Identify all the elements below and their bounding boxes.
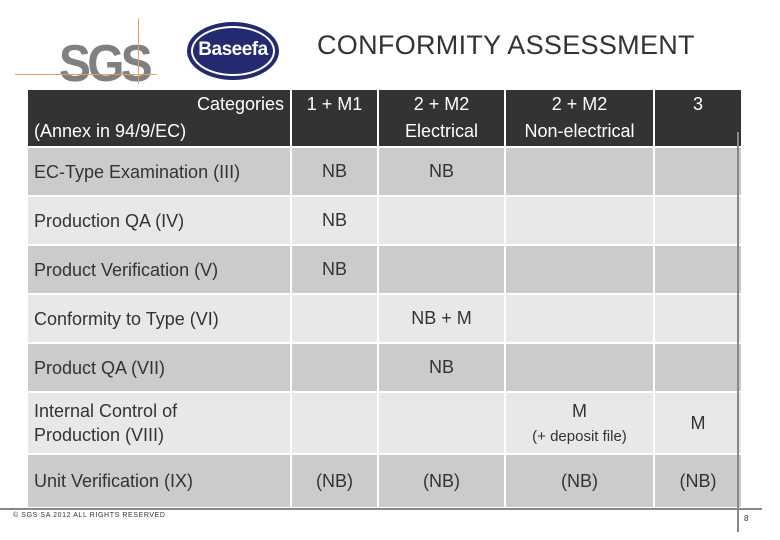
header-col-2-line1: 2 + M2 [413, 94, 470, 114]
logo-horizontal-rule [15, 74, 157, 75]
logo-vertical-rule [138, 18, 139, 84]
header-col-2-line2: Electrical [404, 121, 479, 141]
cell [655, 246, 741, 293]
table-row: Unit Verification (IX) (NB) (NB) (NB) (N… [28, 455, 741, 507]
cell: NB [379, 344, 504, 391]
cell [292, 393, 377, 453]
table-row: EC-Type Examination (III) NB NB [28, 148, 741, 195]
cell: (NB) [292, 455, 377, 507]
header-col-1: 1 + M1 [292, 90, 377, 146]
cell-note: (+ deposit file) [532, 428, 627, 445]
cell [506, 344, 653, 391]
header-col-2: 2 + M2 Electrical [379, 90, 504, 146]
cell [379, 246, 504, 293]
sgs-logo: SGS [15, 18, 157, 93]
cell [655, 197, 741, 244]
sgs-logo-text: SGS [59, 35, 153, 93]
table-row: Product QA (VII) NB [28, 344, 741, 391]
page-title: CONFORMITY ASSESSMENT [317, 30, 695, 60]
table-row: Production QA (IV) NB [28, 197, 741, 244]
baseefa-logo-text: Baseefa [198, 39, 268, 60]
header-col-4: 3 [655, 90, 741, 146]
table-row: Internal Control of Production (VIII) M … [28, 393, 741, 453]
copyright-text: © SGS SA 2012 ALL RIGHTS RESERVED [13, 512, 166, 519]
header-categories-line1: Categories [196, 94, 284, 114]
cell [506, 148, 653, 195]
header-col-1-line1: 1 + M1 [306, 94, 363, 114]
header-categories: Categories (Annex in 94/9/EC) [28, 90, 290, 146]
cell: (NB) [379, 455, 504, 507]
cell [655, 344, 741, 391]
cell: M (+ deposit file) [506, 393, 653, 453]
baseefa-logo: Baseefa [187, 22, 279, 80]
cell [379, 393, 504, 453]
cell: NB + M [379, 295, 504, 342]
cell [506, 295, 653, 342]
cell [506, 246, 653, 293]
row-label: Product Verification (V) [28, 246, 290, 293]
row-label: Unit Verification (IX) [28, 455, 290, 507]
cell-main: M [572, 401, 587, 421]
cell: NB [292, 246, 377, 293]
conformity-table: Categories (Annex in 94/9/EC) 1 + M1 2 +… [26, 88, 743, 509]
cell: (NB) [506, 455, 653, 507]
cell: NB [379, 148, 504, 195]
row-label: Product QA (VII) [28, 344, 290, 391]
row-label: Production QA (IV) [28, 197, 290, 244]
right-divider [737, 132, 739, 532]
footer-divider [0, 508, 762, 510]
row-label: Conformity to Type (VI) [28, 295, 290, 342]
header-col-3: 2 + M2 Non-electrical [506, 90, 653, 146]
cell: NB [292, 197, 377, 244]
header-col-3-line1: 2 + M2 [551, 94, 608, 114]
cell [506, 197, 653, 244]
cell [655, 148, 741, 195]
cell [379, 197, 504, 244]
cell [655, 295, 741, 342]
row-label: EC-Type Examination (III) [28, 148, 290, 195]
page-number: 8 [744, 514, 749, 523]
cell: (NB) [655, 455, 741, 507]
table-row: Conformity to Type (VI) NB + M [28, 295, 741, 342]
row-label-line2: Production (VIII) [34, 425, 165, 445]
header-categories-line2: (Annex in 94/9/EC) [34, 121, 187, 141]
header-col-4-line1: 3 [692, 94, 703, 114]
header-row: Categories (Annex in 94/9/EC) 1 + M1 2 +… [28, 90, 741, 146]
header-col-3-line2: Non-electrical [524, 121, 635, 141]
row-label-line1: Internal Control of [34, 401, 178, 421]
cell [292, 344, 377, 391]
cell [292, 295, 377, 342]
cell: M [655, 393, 741, 453]
row-label: Internal Control of Production (VIII) [28, 393, 290, 453]
table-row: Product Verification (V) NB [28, 246, 741, 293]
cell: NB [292, 148, 377, 195]
